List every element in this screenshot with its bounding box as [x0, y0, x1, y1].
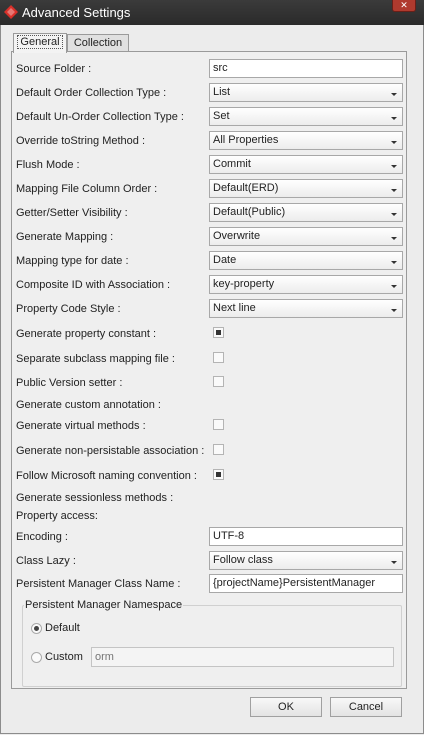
chevron-down-icon: [391, 117, 397, 120]
composite-id-row: Composite ID with Association : key-prop…: [16, 275, 403, 296]
tab-general[interactable]: General: [13, 33, 67, 53]
separate-subclass-mapping-checkbox[interactable]: [213, 352, 224, 363]
source-folder-row: Source Folder : src: [16, 59, 403, 80]
generate-custom-annotation-label: Generate custom annotation :: [16, 399, 161, 411]
composite-id-label: Composite ID with Association :: [16, 279, 171, 291]
chevron-down-icon: [391, 141, 397, 144]
property-access-row: Property access:: [16, 506, 402, 527]
generate-property-constant-checkbox[interactable]: [213, 327, 224, 338]
mapping-type-for-date-label: Mapping type for date :: [16, 255, 129, 267]
chevron-down-icon: [391, 93, 397, 96]
default-unorder-collection-select[interactable]: Set: [209, 107, 403, 126]
custom-radio[interactable]: [31, 652, 42, 663]
getter-setter-visibility-label: Getter/Setter Visibility :: [16, 207, 128, 219]
encoding-select[interactable]: UTF-8: [209, 527, 403, 546]
default-order-collection-select[interactable]: List: [209, 83, 403, 102]
custom-radio-label: Custom: [45, 651, 83, 663]
general-panel: Source Folder : src Default Order Collec…: [11, 51, 407, 689]
chevron-down-icon: [391, 561, 397, 564]
separate-subclass-mapping-label: Separate subclass mapping file :: [16, 353, 175, 365]
class-lazy-row: Class Lazy : Follow class: [16, 551, 403, 572]
property-code-style-select[interactable]: Next line: [209, 299, 403, 318]
mapping-file-column-order-row: Mapping File Column Order : Default(ERD): [16, 179, 403, 200]
property-access-label: Property access:: [16, 510, 98, 522]
composite-id-select[interactable]: key-property: [209, 275, 403, 294]
default-unorder-collection-label: Default Un-Order Collection Type :: [16, 111, 184, 123]
default-order-collection-row: Default Order Collection Type : List: [16, 83, 403, 104]
class-lazy-label: Class Lazy :: [16, 555, 76, 567]
mapping-file-column-order-label: Mapping File Column Order :: [16, 183, 158, 195]
ok-button[interactable]: OK: [250, 697, 322, 717]
generate-property-constant-row: Generate property constant :: [16, 324, 402, 345]
chevron-down-icon: [391, 165, 397, 168]
chevron-down-icon: [391, 213, 397, 216]
cancel-button[interactable]: Cancel: [330, 697, 402, 717]
custom-namespace-input[interactable]: [91, 647, 394, 667]
override-tostring-row: Override toString Method : All Propertie…: [16, 131, 403, 152]
override-tostring-select[interactable]: All Properties: [209, 131, 403, 150]
default-order-collection-label: Default Order Collection Type :: [16, 87, 167, 99]
class-lazy-select[interactable]: Follow class: [209, 551, 403, 570]
generate-mapping-row: Generate Mapping : Overwrite: [16, 227, 403, 248]
follow-microsoft-naming-row: Follow Microsoft naming convention :: [16, 466, 402, 487]
getter-setter-visibility-row: Getter/Setter Visibility : Default(Publi…: [16, 203, 403, 224]
generate-non-persistable-label: Generate non-persistable association :: [16, 445, 205, 457]
follow-microsoft-naming-label: Follow Microsoft naming convention :: [16, 470, 197, 482]
tab-collection[interactable]: Collection: [67, 34, 129, 52]
generate-non-persistable-row: Generate non-persistable association :: [16, 441, 402, 462]
generate-virtual-methods-checkbox[interactable]: [213, 419, 224, 430]
generate-mapping-label: Generate Mapping :: [16, 231, 114, 243]
flush-mode-label: Flush Mode :: [16, 159, 80, 171]
persistent-manager-class-label: Persistent Manager Class Name :: [16, 578, 181, 590]
title-bar: Advanced Settings ✕: [0, 0, 424, 25]
generate-virtual-methods-label: Generate virtual methods :: [16, 420, 146, 432]
default-unorder-collection-row: Default Un-Order Collection Type : Set: [16, 107, 403, 128]
close-button[interactable]: ✕: [392, 0, 416, 12]
chevron-down-icon: [391, 309, 397, 312]
generate-non-persistable-checkbox[interactable]: [213, 444, 224, 455]
mapping-type-for-date-row: Mapping type for date : Date: [16, 251, 403, 272]
persistent-manager-class-row: Persistent Manager Class Name : {project…: [16, 574, 403, 595]
flush-mode-row: Flush Mode : Commit: [16, 155, 403, 176]
encoding-label: Encoding :: [16, 531, 68, 543]
encoding-row: Encoding : UTF-8: [16, 527, 403, 548]
chevron-down-icon: [391, 189, 397, 192]
source-folder-label: Source Folder :: [16, 63, 92, 75]
persistent-manager-class-input[interactable]: {projectName}PersistentManager: [209, 574, 403, 593]
close-icon: ✕: [400, 0, 408, 10]
follow-microsoft-naming-checkbox[interactable]: [213, 469, 224, 480]
public-version-setter-label: Public Version setter :: [16, 377, 123, 389]
generate-property-constant-label: Generate property constant :: [16, 328, 157, 340]
window-title: Advanced Settings: [22, 5, 131, 20]
flush-mode-select[interactable]: Commit: [209, 155, 403, 174]
mapping-file-column-order-select[interactable]: Default(ERD): [209, 179, 403, 198]
property-code-style-label: Property Code Style :: [16, 303, 121, 315]
default-radio[interactable]: [31, 623, 42, 634]
chevron-down-icon: [391, 237, 397, 240]
namespace-group: [22, 605, 402, 687]
chevron-down-icon: [391, 285, 397, 288]
default-radio-label: Default: [45, 622, 80, 634]
source-folder-input[interactable]: src: [209, 59, 403, 78]
app-logo-icon: [4, 5, 18, 19]
property-code-style-row: Property Code Style : Next line: [16, 299, 403, 320]
public-version-setter-row: Public Version setter :: [16, 373, 402, 394]
override-tostring-label: Override toString Method :: [16, 135, 146, 147]
generate-custom-annotation-row: Generate custom annotation :: [16, 395, 402, 416]
chevron-down-icon: [391, 261, 397, 264]
public-version-setter-checkbox[interactable]: [213, 376, 224, 387]
mapping-type-for-date-select[interactable]: Date: [209, 251, 403, 270]
getter-setter-visibility-select[interactable]: Default(Public): [209, 203, 403, 222]
namespace-group-title: Persistent Manager Namespace: [24, 599, 184, 611]
generate-virtual-methods-row: Generate virtual methods :: [16, 416, 402, 437]
generate-mapping-select[interactable]: Overwrite: [209, 227, 403, 246]
generate-sessionless-methods-label: Generate sessionless methods :: [16, 492, 174, 504]
separate-subclass-mapping-row: Separate subclass mapping file :: [16, 349, 402, 370]
